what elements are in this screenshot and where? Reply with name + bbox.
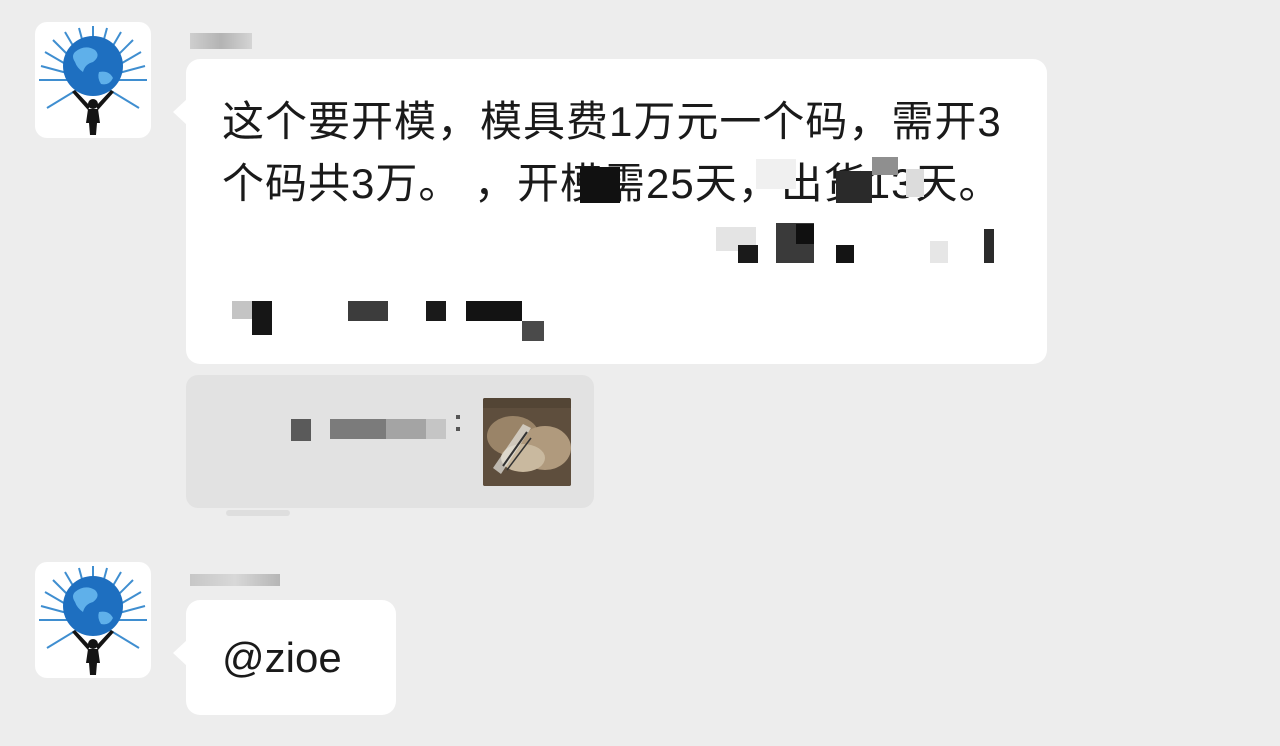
globe-atlas-icon <box>39 566 147 675</box>
redaction-mosaic <box>756 159 796 189</box>
redaction-mosaic <box>930 241 948 263</box>
message-bubble[interactable]: @zioe <box>173 600 396 715</box>
message-bubble[interactable]: 这个要开模，模具费1万元一个码，需开3个码共3万。 ，开模需25天，出货13天。 <box>173 59 1047 364</box>
redaction-mosaic <box>466 301 522 321</box>
redaction-mosaic <box>330 419 386 439</box>
redaction-mosaic <box>738 245 758 263</box>
redaction-mosaic <box>522 321 544 341</box>
redaction-mosaic <box>456 415 460 419</box>
redaction-mosaic <box>836 245 854 263</box>
sender-avatar[interactable] <box>35 22 151 138</box>
globe-atlas-icon <box>39 26 147 135</box>
redaction-mosaic <box>580 167 620 203</box>
quoted-message[interactable] <box>186 375 594 508</box>
redaction-mosaic <box>796 224 814 244</box>
redaction-mosaic <box>426 301 446 321</box>
shoe-photo-icon <box>483 398 571 486</box>
redaction-mosaic <box>426 419 446 439</box>
redaction-mosaic <box>291 419 311 441</box>
redacted-sender-name <box>190 574 280 586</box>
redacted-sender-name <box>190 33 252 49</box>
redaction-mosaic <box>386 419 426 439</box>
quote-shadow <box>226 510 290 516</box>
redaction-mosaic <box>836 171 872 203</box>
redaction-mosaic <box>348 301 388 321</box>
redaction-mosaic <box>456 427 460 431</box>
redaction-mosaic <box>232 301 252 319</box>
redaction-mosaic <box>872 157 898 175</box>
message-text: @zioe <box>222 634 342 681</box>
shoe-package-photo[interactable] <box>483 398 571 486</box>
sender-avatar[interactable] <box>35 562 151 678</box>
redaction-mosaic <box>906 169 924 197</box>
redaction-mosaic <box>252 301 272 335</box>
redaction-mosaic <box>984 229 994 263</box>
